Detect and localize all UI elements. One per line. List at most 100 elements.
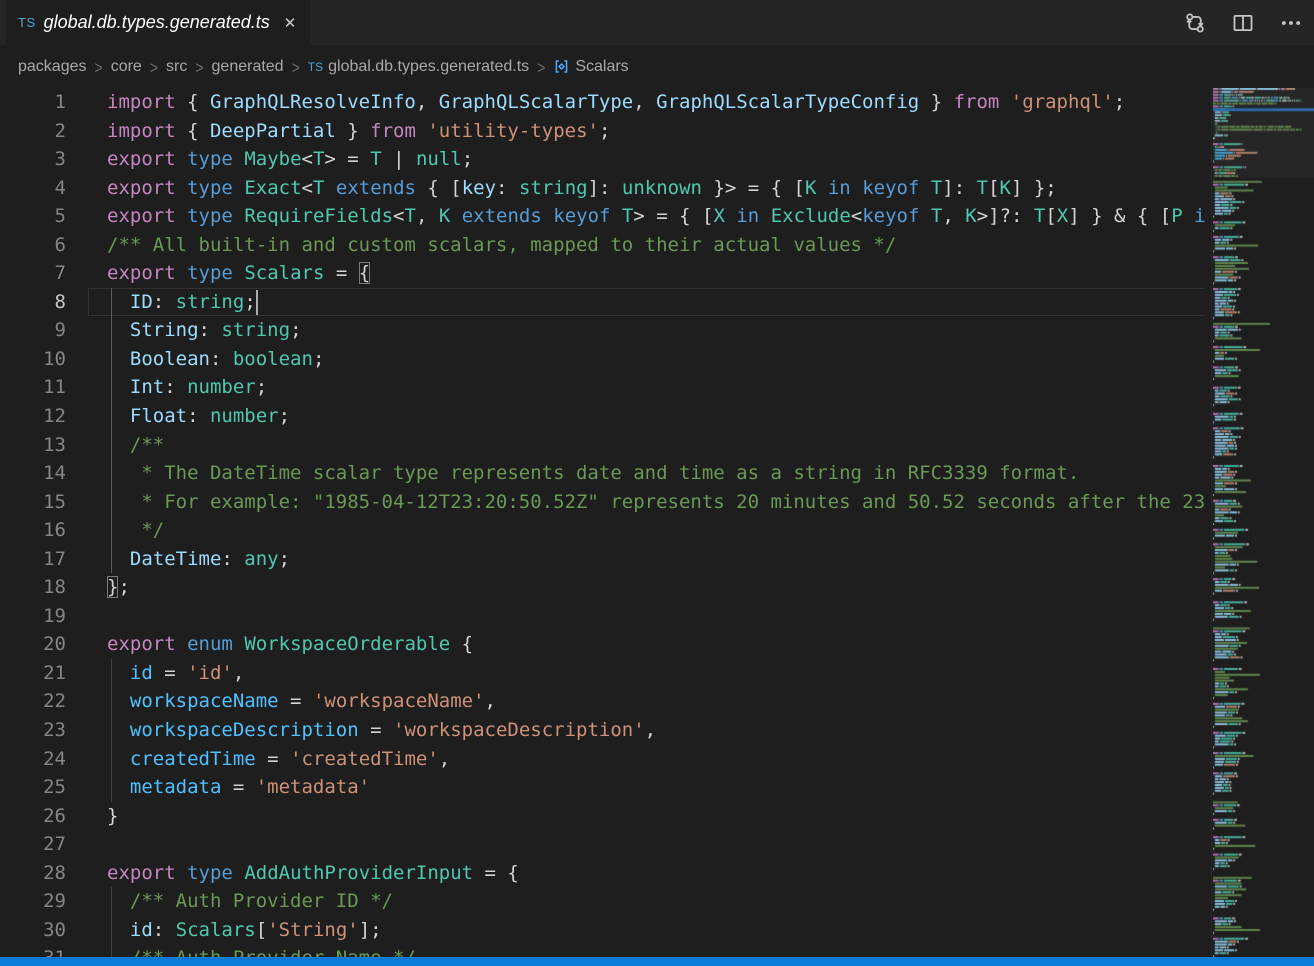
code-line[interactable]: 5 export type RequireFields<T, K extends …: [0, 202, 1206, 231]
code-text: * For example: "1985-04-12T23:20:50.52Z"…: [107, 488, 1205, 517]
code-text: /** Auth Provider ID */: [107, 887, 393, 916]
code-text: */: [107, 516, 164, 545]
minimap-divider: [1211, 88, 1212, 957]
line-number[interactable]: 13: [0, 431, 66, 460]
code-line[interactable]: 17 DateTime: any;: [0, 545, 1206, 574]
code-text: DateTime: any;: [107, 545, 290, 574]
chevron-right-icon: >: [195, 57, 203, 77]
code-line[interactable]: 20 export enum WorkspaceOrderable {: [0, 630, 1206, 659]
chevron-right-icon: >: [292, 57, 300, 77]
line-number[interactable]: 2: [0, 117, 66, 146]
text-cursor: [256, 290, 258, 315]
code-line[interactable]: 4 export type Exact<T extends { [key: str…: [0, 174, 1206, 203]
line-number[interactable]: 14: [0, 459, 66, 488]
line-number[interactable]: 1: [0, 88, 66, 117]
minimap[interactable]: [1213, 88, 1314, 957]
line-number[interactable]: 25: [0, 773, 66, 802]
line-number[interactable]: 6: [0, 231, 66, 260]
code-line[interactable]: 29 /** Auth Provider ID */: [0, 887, 1206, 916]
code-text: * The DateTime scalar type represents da…: [107, 459, 1079, 488]
code-line[interactable]: 6 /** All built-in and custom scalars, ma…: [0, 231, 1206, 260]
line-number[interactable]: 9: [0, 316, 66, 345]
breadcrumb-item-src[interactable]: src: [166, 58, 187, 76]
status-bar[interactable]: [0, 957, 1314, 966]
code-line[interactable]: 21 id = 'id',: [0, 659, 1206, 688]
line-number[interactable]: 24: [0, 745, 66, 774]
chevron-right-icon: >: [150, 57, 158, 77]
line-number[interactable]: 21: [0, 659, 66, 688]
split-editor-icon[interactable]: [1232, 12, 1254, 34]
code-text: /** Auth Provider Name */: [107, 944, 416, 957]
code-line[interactable]: 27: [0, 830, 1206, 859]
code-line[interactable]: 1import { GraphQLResolveInfo, GraphQLSca…: [0, 88, 1206, 117]
code-line[interactable]: 24 createdTime = 'createdTime',: [0, 745, 1206, 774]
line-number[interactable]: 19: [0, 602, 66, 631]
code-line[interactable]: 10 Boolean: boolean;: [0, 345, 1206, 374]
code-text: ID: string;: [107, 288, 256, 317]
code-line[interactable]: 3export type Maybe<T> = T | null;: [0, 145, 1206, 174]
code-text: Boolean: boolean;: [107, 345, 324, 374]
line-number[interactable]: 10: [0, 345, 66, 374]
line-number[interactable]: 22: [0, 687, 66, 716]
line-number[interactable]: 26: [0, 802, 66, 831]
line-number[interactable]: 20: [0, 630, 66, 659]
line-number[interactable]: 29: [0, 887, 66, 916]
code-line[interactable]: 12 Float: number;: [0, 402, 1206, 431]
line-number[interactable]: 8: [0, 288, 66, 317]
close-tab-icon[interactable]: ✕: [284, 14, 297, 32]
line-number[interactable]: 28: [0, 859, 66, 888]
open-changes-icon[interactable]: [1184, 12, 1206, 34]
code-line[interactable]: 22 workspaceName = 'workspaceName',: [0, 687, 1206, 716]
line-number[interactable]: 11: [0, 373, 66, 402]
breadcrumb-item-packages[interactable]: packages: [18, 58, 87, 76]
line-number[interactable]: 16: [0, 516, 66, 545]
code-line[interactable]: 2import { DeepPartial } from 'utility-ty…: [0, 117, 1206, 146]
code-line[interactable]: 26}: [0, 802, 1206, 831]
code-line[interactable]: 14 * The DateTime scalar type represents…: [0, 459, 1206, 488]
line-number[interactable]: 3: [0, 145, 66, 174]
code-line[interactable]: 9 String: string;: [0, 316, 1206, 345]
line-number[interactable]: 15: [0, 488, 66, 517]
code-line[interactable]: 16 */: [0, 516, 1206, 545]
code-line[interactable]: 23 workspaceDescription = 'workspaceDesc…: [0, 716, 1206, 745]
code-text: workspaceName = 'workspaceName',: [107, 687, 496, 716]
code-line[interactable]: 19: [0, 602, 1206, 631]
code-line[interactable]: 15 * For example: "1985-04-12T23:20:50.5…: [0, 488, 1206, 517]
code-text: }: [107, 802, 118, 831]
code-line[interactable]: 18};: [0, 573, 1206, 602]
code-line[interactable]: 13 /**: [0, 431, 1206, 460]
code-text: Float: number;: [107, 402, 290, 431]
code-text: export type RequireFields<T, K extends k…: [107, 202, 1206, 231]
line-number[interactable]: 31: [0, 944, 66, 957]
line-number[interactable]: 27: [0, 830, 66, 859]
code-line[interactable]: 28export type AddAuthProviderInput = {: [0, 859, 1206, 888]
code-editor[interactable]: 1import { GraphQLResolveInfo, GraphQLSca…: [0, 88, 1206, 957]
code-text: metadata = 'metadata': [107, 773, 370, 802]
line-number[interactable]: 18: [0, 573, 66, 602]
code-text: /** All built-in and custom scalars, map…: [107, 231, 896, 260]
line-number[interactable]: 17: [0, 545, 66, 574]
breadcrumb-item-core[interactable]: core: [111, 58, 142, 76]
code-text: export enum WorkspaceOrderable {: [107, 630, 473, 659]
code-line[interactable]: 7export type Scalars = {: [0, 259, 1206, 288]
breadcrumb-item-scalars[interactable]: Scalars: [553, 58, 628, 76]
code-line[interactable]: 25 metadata = 'metadata': [0, 773, 1206, 802]
code-line[interactable]: 30 id: Scalars['String'];: [0, 916, 1206, 945]
code-line[interactable]: 11 Int: number;: [0, 373, 1206, 402]
line-number[interactable]: 5: [0, 202, 66, 231]
tab-global-db-types-generated-ts[interactable]: TS global.db.types.generated.ts ✕: [6, 0, 310, 45]
line-number[interactable]: 4: [0, 174, 66, 203]
more-actions-icon[interactable]: [1280, 12, 1302, 34]
breadcrumb: packages > core > src > generated > TS g…: [0, 45, 1314, 88]
line-number[interactable]: 30: [0, 916, 66, 945]
editor-actions: [1184, 0, 1302, 45]
code-line[interactable]: 8 ID: string;: [0, 288, 1206, 317]
code-text: export type Exact<T extends { [key: stri…: [107, 174, 1057, 203]
breadcrumb-item-generated[interactable]: generated: [212, 58, 284, 76]
line-number[interactable]: 23: [0, 716, 66, 745]
line-number[interactable]: 12: [0, 402, 66, 431]
line-number[interactable]: 7: [0, 259, 66, 288]
code-line[interactable]: 31 /** Auth Provider Name */: [0, 944, 1206, 957]
breadcrumb-item-file[interactable]: TS global.db.types.generated.ts: [308, 58, 529, 76]
code-text: String: string;: [107, 316, 302, 345]
